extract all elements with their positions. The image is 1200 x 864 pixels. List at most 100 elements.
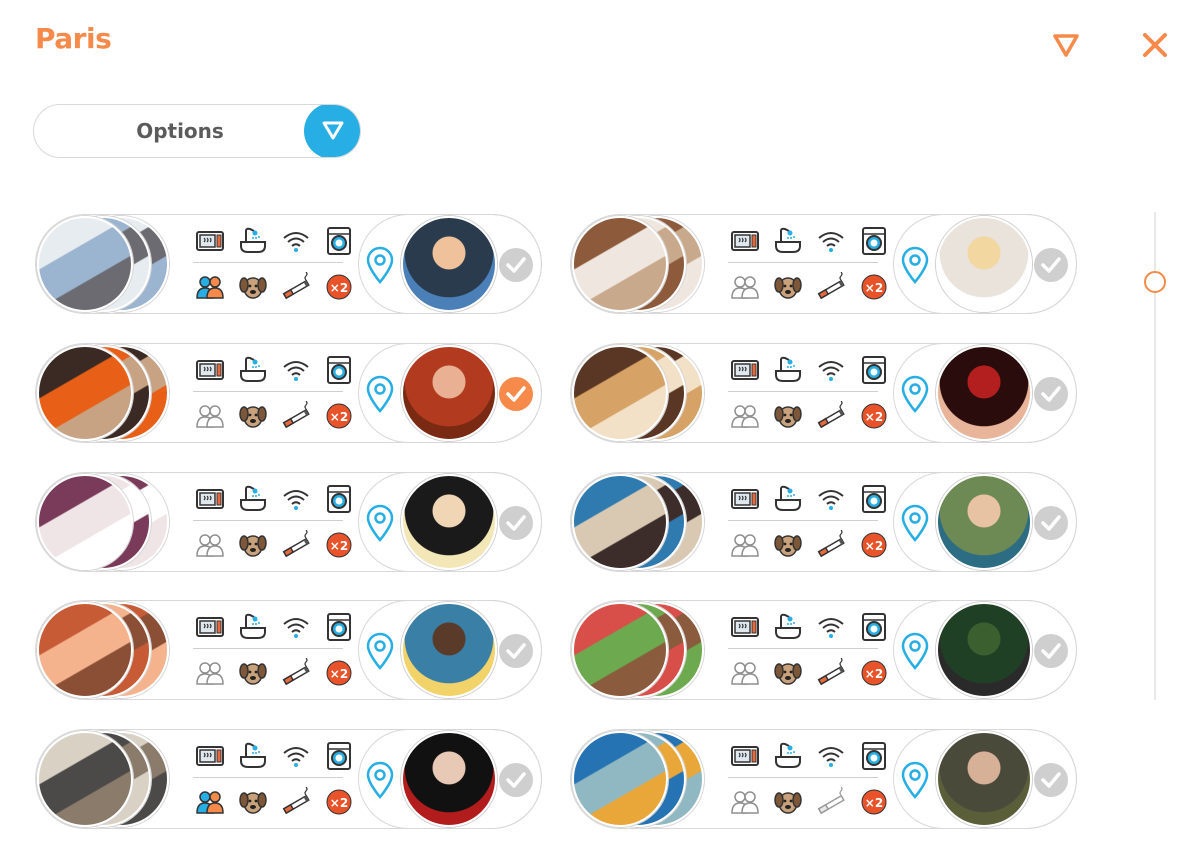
x2-badge-icon: ×2: [859, 658, 889, 688]
options-dropdown[interactable]: Options: [33, 104, 361, 158]
listing-card[interactable]: ×2: [570, 472, 1077, 572]
room-photo[interactable]: [572, 345, 668, 441]
people-icon: [730, 658, 760, 688]
dog-icon: [773, 272, 803, 302]
room-photo[interactable]: [572, 216, 668, 312]
x2-badge-icon: ×2: [859, 401, 889, 431]
washing-machine-icon: [859, 226, 889, 256]
bathtub-icon: [773, 355, 803, 385]
listing-card[interactable]: ×2: [570, 343, 1077, 443]
dog-icon: [773, 658, 803, 688]
listing-card[interactable]: ×2: [570, 729, 1077, 829]
select-check-button[interactable]: [1034, 248, 1068, 282]
host-avatar[interactable]: [936, 474, 1032, 570]
room-photo[interactable]: [37, 731, 133, 827]
select-check-button[interactable]: [499, 634, 533, 668]
wifi-icon: [281, 484, 311, 514]
dog-icon: [773, 787, 803, 817]
cigarette-icon: [281, 786, 311, 817]
cigarette-icon: [281, 271, 311, 302]
host-avatar[interactable]: [401, 216, 497, 312]
select-check-button[interactable]: [499, 377, 533, 411]
microwave-icon: [730, 226, 760, 256]
wifi-icon: [281, 612, 311, 642]
room-photo[interactable]: [572, 731, 668, 827]
checkmark-icon: [1041, 257, 1061, 273]
select-check-button[interactable]: [1034, 634, 1068, 668]
amenities-divider: [728, 391, 878, 392]
options-dropdown-button[interactable]: [304, 105, 360, 157]
page-title: Paris: [35, 22, 112, 55]
listing-card[interactable]: ×2: [570, 214, 1077, 314]
amenities-grid: ×2: [726, 224, 887, 304]
location-pin-icon[interactable]: [365, 504, 395, 542]
host-avatar[interactable]: [936, 345, 1032, 441]
people-icon: [730, 401, 760, 431]
svg-text:×2: ×2: [330, 539, 348, 553]
select-check-button[interactable]: [1034, 377, 1068, 411]
select-check-button[interactable]: [499, 506, 533, 540]
options-label: Options: [136, 119, 224, 143]
location-pin-icon[interactable]: [900, 504, 930, 542]
listing-card[interactable]: ×2: [35, 600, 542, 700]
x2-badge-icon: ×2: [324, 272, 354, 302]
room-photo[interactable]: [37, 474, 133, 570]
wifi-icon: [281, 355, 311, 385]
location-pin-icon[interactable]: [365, 761, 395, 799]
amenities-divider: [193, 648, 343, 649]
cigarette-icon: [816, 657, 846, 688]
people-icon: [195, 787, 225, 817]
amenities-divider: [193, 262, 343, 263]
location-pin-icon[interactable]: [900, 761, 930, 799]
filter-triangle-icon: [322, 121, 344, 140]
bathtub-icon: [773, 612, 803, 642]
select-check-button[interactable]: [499, 763, 533, 797]
host-avatar[interactable]: [401, 602, 497, 698]
close-x-icon[interactable]: [1140, 30, 1170, 60]
room-photo[interactable]: [37, 345, 133, 441]
room-photo[interactable]: [572, 602, 668, 698]
location-pin-icon[interactable]: [900, 632, 930, 670]
washing-machine-icon: [324, 612, 354, 642]
room-photo[interactable]: [37, 216, 133, 312]
host-avatar[interactable]: [401, 345, 497, 441]
svg-text:×2: ×2: [330, 281, 348, 295]
cigarette-icon: [281, 657, 311, 688]
cigarette-icon: [281, 529, 311, 560]
select-check-button[interactable]: [1034, 506, 1068, 540]
listing-card[interactable]: ×2: [35, 343, 542, 443]
dog-icon: [238, 530, 268, 560]
select-check-button[interactable]: [1034, 763, 1068, 797]
location-pin-icon[interactable]: [365, 632, 395, 670]
svg-text:×2: ×2: [865, 281, 883, 295]
svg-text:×2: ×2: [865, 539, 883, 553]
host-avatar[interactable]: [401, 731, 497, 827]
washing-machine-icon: [859, 741, 889, 771]
amenities-grid: ×2: [726, 610, 887, 690]
cigarette-icon: [816, 271, 846, 302]
host-avatar[interactable]: [936, 602, 1032, 698]
host-avatar[interactable]: [401, 474, 497, 570]
bathtub-icon: [773, 226, 803, 256]
listing-card[interactable]: ×2: [35, 729, 542, 829]
listing-card[interactable]: ×2: [570, 600, 1077, 700]
washing-machine-icon: [324, 355, 354, 385]
host-avatar[interactable]: [936, 731, 1032, 827]
location-pin-icon[interactable]: [365, 375, 395, 413]
scrollbar-thumb[interactable]: [1144, 270, 1166, 293]
checkmark-icon: [1041, 643, 1061, 659]
room-photo[interactable]: [572, 474, 668, 570]
location-pin-icon[interactable]: [900, 375, 930, 413]
listing-card[interactable]: ×2: [35, 472, 542, 572]
bathtub-icon: [238, 355, 268, 385]
location-pin-icon[interactable]: [900, 246, 930, 284]
select-check-button[interactable]: [499, 248, 533, 282]
room-photo[interactable]: [37, 602, 133, 698]
x2-badge-icon: ×2: [324, 787, 354, 817]
listing-card[interactable]: ×2: [35, 214, 542, 314]
svg-text:×2: ×2: [330, 410, 348, 424]
cigarette-icon: [281, 400, 311, 431]
filter-triangle-icon[interactable]: [1052, 32, 1080, 58]
location-pin-icon[interactable]: [365, 246, 395, 284]
host-avatar[interactable]: [936, 216, 1032, 312]
